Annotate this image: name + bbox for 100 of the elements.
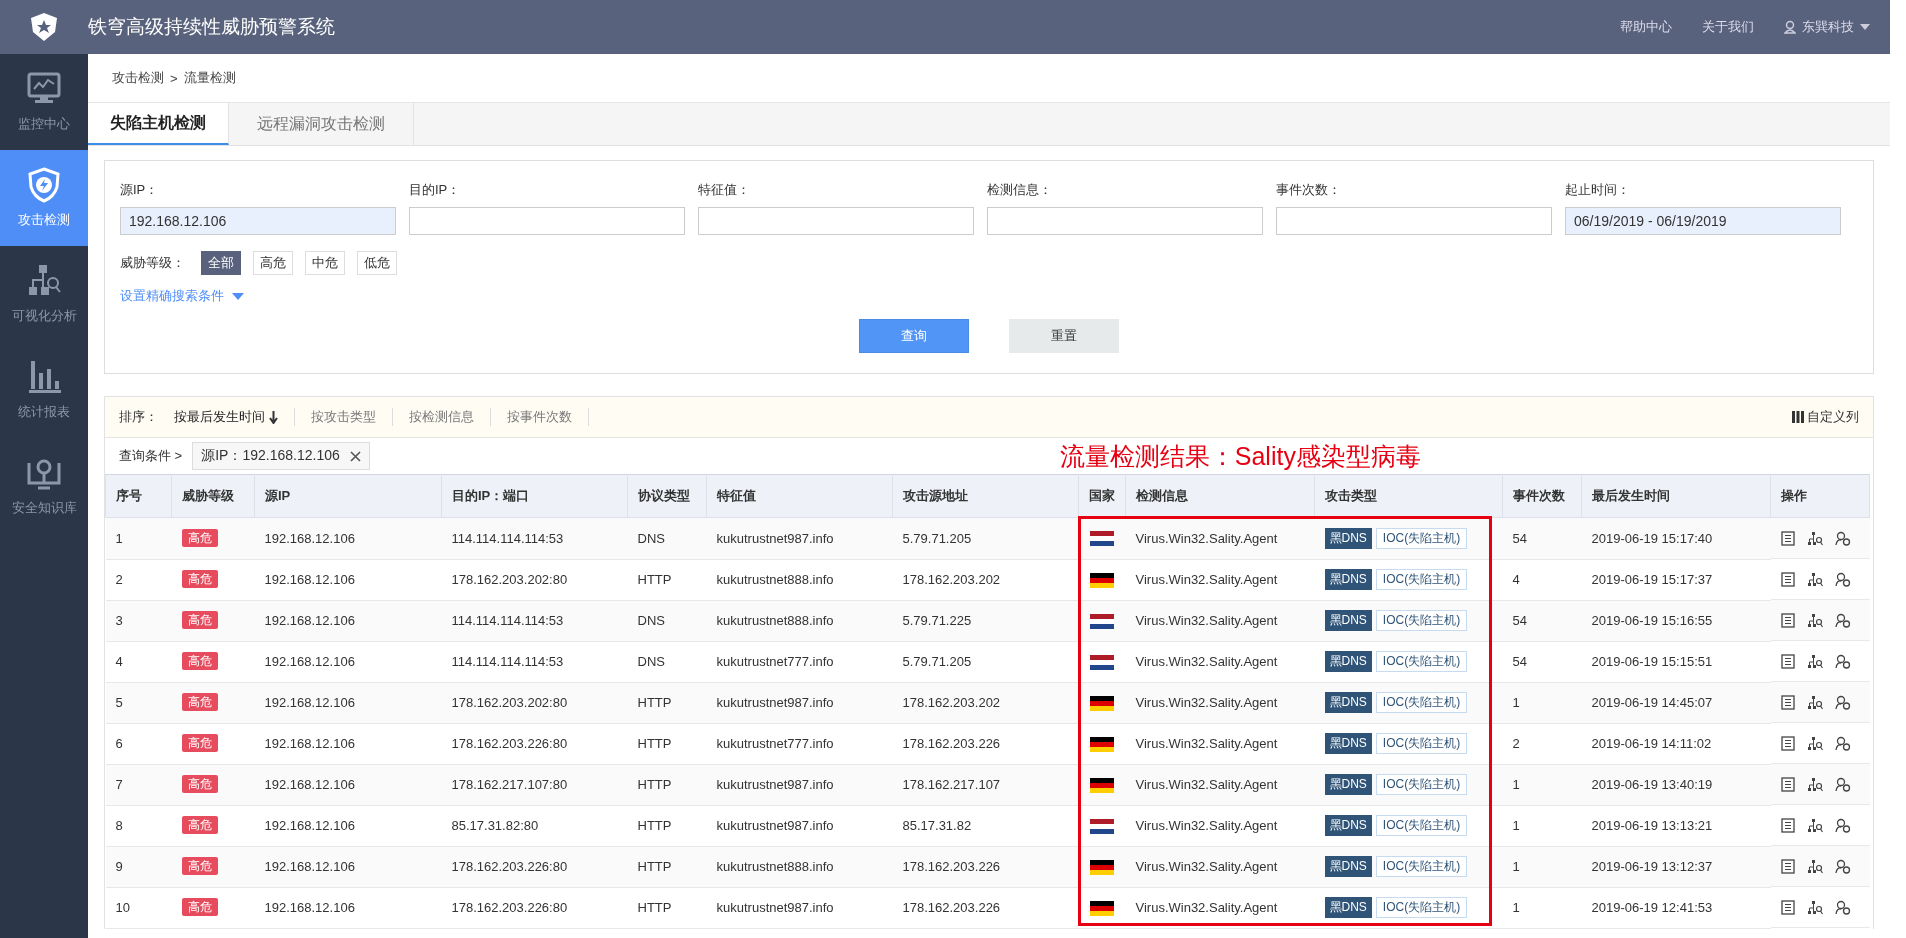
column-header: 目的IP：端口 [441,474,628,518]
list-icon[interactable] [1780,776,1795,792]
header-link[interactable]: 关于我们 [1702,18,1754,36]
user-settings-icon[interactable] [1834,776,1851,792]
breadcrumb-item[interactable]: 攻击检测 [112,69,164,87]
sort-option[interactable]: 按事件次数 [491,408,589,426]
search-button[interactable]: 查询 [858,319,969,353]
column-header: 协议类型 [627,474,707,518]
field-label: 事件次数： [1276,181,1342,199]
column-header: 威胁等级 [171,474,255,518]
table-cell: 2019-06-19 15:16:55 [1581,600,1771,641]
field-label: 特征值： [698,181,751,199]
attack-type-tag: 黑DNS [1324,692,1372,713]
sidebar-item[interactable]: 监控中心 [0,54,88,150]
user-settings-icon[interactable] [1834,571,1851,587]
list-icon[interactable] [1780,899,1795,915]
nodes-search-icon[interactable] [1806,899,1823,915]
table-cell: kukutrustnet987.info [706,517,893,559]
list-icon[interactable] [1780,694,1795,710]
input-field[interactable] [409,207,685,235]
field-label: 源IP： [120,181,160,199]
threat-level-badge: 高危 [181,693,218,711]
list-icon[interactable] [1780,653,1795,669]
table-cell: 4 [105,641,172,682]
list-icon[interactable] [1780,858,1795,874]
table-cell: 1 [1502,887,1582,928]
user-settings-icon[interactable] [1834,612,1851,628]
nodes-search-icon[interactable] [1806,571,1823,587]
user-settings-icon[interactable] [1834,694,1851,710]
sidebar-item[interactable]: 攻击检测 [0,150,88,246]
table-cell: 1 [1502,682,1582,723]
nodes-search-icon[interactable] [1806,735,1823,751]
sidebar-item[interactable]: 安全知识库 [0,438,88,534]
attack-type-tag: 黑DNS [1324,774,1372,795]
list-icon[interactable] [1780,571,1795,587]
table-cell: HTTP [627,682,707,723]
nodes-search-icon[interactable] [1806,858,1823,874]
level-option[interactable]: 中危 [305,251,345,275]
nodes-search-icon[interactable] [1806,776,1823,792]
table-cell: 2019-06-19 13:12:37 [1581,846,1771,887]
list-icon[interactable] [1780,735,1795,751]
column-header: 特征值 [706,474,893,518]
table-cell: kukutrustnet987.info [706,805,893,846]
input-field[interactable] [1276,207,1552,235]
input-field[interactable]: 06/19/2019 - 06/19/2019 [1565,207,1841,235]
header-link[interactable]: 帮助中心 [1620,18,1672,36]
column-header: 操作 [1770,474,1870,518]
table-cell: Virus.Win32.Sality.Agent [1125,600,1315,641]
nodes-search-icon[interactable] [1806,694,1823,710]
user-settings-icon[interactable] [1834,858,1851,874]
sidebar-item[interactable]: 可视化分析 [0,246,88,342]
column-header: 源IP [254,474,442,518]
table-cell: 2019-06-19 14:11:02 [1581,723,1771,764]
user-settings-icon[interactable] [1834,735,1851,751]
user-icon [1784,20,1796,34]
level-option[interactable]: 高危 [253,251,293,275]
list-icon[interactable] [1780,817,1795,833]
conditions-label: 查询条件 > [119,447,183,465]
input-field[interactable] [987,207,1263,235]
sidebar-item[interactable]: 统计报表 [0,342,88,438]
table-cell: 5.79.71.225 [892,600,1079,641]
table-cell: HTTP [627,559,707,600]
input-field[interactable] [698,207,974,235]
sort-option[interactable]: 按检测信息 [393,408,491,426]
user-menu[interactable]: 东巽科技 [1784,18,1870,36]
reset-button[interactable]: 重置 [1008,319,1119,353]
custom-columns-button[interactable]: 自定义列 [1792,408,1859,426]
level-option[interactable]: 全部 [201,251,241,275]
user-settings-icon[interactable] [1834,653,1851,669]
nodes-search-icon[interactable] [1806,530,1823,546]
input-field[interactable]: 192.168.12.106 [120,207,396,235]
column-header: 攻击类型 [1314,474,1503,518]
level-option[interactable]: 低危 [357,251,397,275]
field-label: 检测信息： [987,181,1053,199]
table-cell: 178.162.203.226 [892,723,1079,764]
table-cell: 7 [105,764,172,805]
user-settings-icon[interactable] [1834,530,1851,546]
nodes-search-icon[interactable] [1806,612,1823,628]
nodes-search-icon[interactable] [1806,653,1823,669]
sort-option[interactable]: 按攻击类型 [295,408,393,426]
table-cell: kukutrustnet888.info [706,559,893,600]
table-cell: kukutrustnet777.info [706,641,893,682]
threat-level-badge: 高危 [181,528,218,547]
table-cell: Virus.Win32.Sality.Agent [1125,805,1315,846]
table-cell: 2 [1502,723,1582,764]
tab[interactable]: 失陷主机检测 [88,103,229,145]
close-icon[interactable] [349,450,361,462]
table-cell: 5 [105,682,172,723]
breadcrumb-item: 流量检测 [183,69,236,87]
table-cell: 192.168.12.106 [254,887,442,928]
user-settings-icon[interactable] [1834,817,1851,833]
advanced-search-link[interactable]: 设置精确搜索条件 [120,287,244,305]
nodes-search-icon[interactable] [1806,817,1823,833]
list-icon[interactable] [1780,612,1795,628]
attack-type-tag: 黑DNS [1324,610,1372,631]
table-cell: 2019-06-19 14:45:07 [1581,682,1771,723]
user-settings-icon[interactable] [1834,899,1851,915]
sort-option[interactable]: 按最后发生时间 [174,408,295,426]
caret-icon [1860,24,1870,30]
list-icon[interactable] [1780,530,1795,546]
